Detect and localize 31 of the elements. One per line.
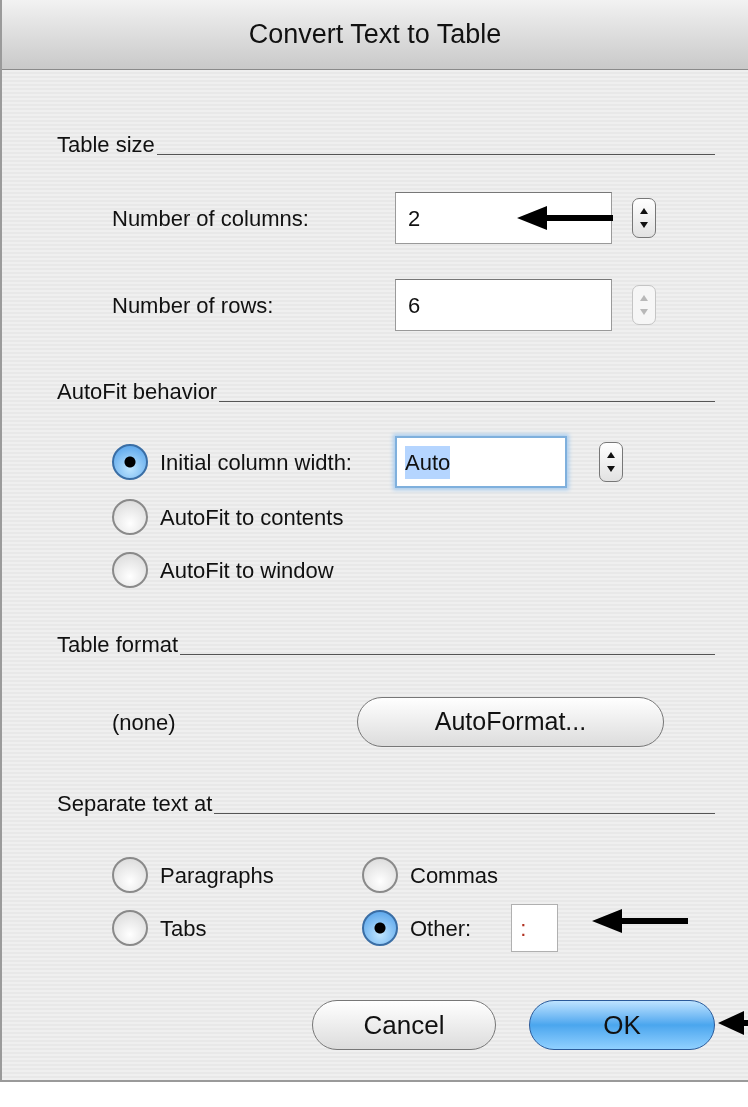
cancel-button[interactable]: Cancel xyxy=(312,1000,496,1050)
option-label: Commas xyxy=(410,861,498,890)
ok-button[interactable]: OK xyxy=(529,1000,715,1050)
option-label: Paragraphs xyxy=(160,861,274,890)
radio-button[interactable] xyxy=(112,910,148,946)
radio-button[interactable] xyxy=(112,552,148,588)
radio-button[interactable] xyxy=(112,857,148,893)
field-label: Number of rows: xyxy=(111,291,275,320)
stepper[interactable] xyxy=(632,198,656,238)
field-label: Number of columns: xyxy=(111,204,310,233)
option-label: AutoFit to contents xyxy=(160,503,344,532)
autoformat-button[interactable]: AutoFormat... xyxy=(357,697,664,747)
option-label: Initial column width: xyxy=(160,448,352,477)
option-label: Other: xyxy=(410,914,472,943)
section-heading: Separate text at xyxy=(57,790,213,818)
input-field[interactable]: 2 xyxy=(395,192,612,244)
radio-button[interactable] xyxy=(362,910,398,946)
radio-button[interactable] xyxy=(362,857,398,893)
annotation-arrow xyxy=(718,1010,748,1036)
format-name: (none) xyxy=(112,708,177,737)
input-field[interactable]: Auto xyxy=(395,436,567,488)
window-title: Convert Text to Table xyxy=(248,18,502,52)
radio-button[interactable] xyxy=(112,499,148,535)
stepper[interactable] xyxy=(599,442,623,482)
radio-button[interactable] xyxy=(112,444,148,480)
section-heading: AutoFit behavior xyxy=(57,378,218,406)
section-heading: Table size xyxy=(57,131,155,159)
section-heading: Table format xyxy=(57,631,179,659)
input-field[interactable]: : xyxy=(511,904,559,952)
option-label: Tabs xyxy=(160,914,207,943)
option-label: AutoFit to window xyxy=(160,556,334,585)
